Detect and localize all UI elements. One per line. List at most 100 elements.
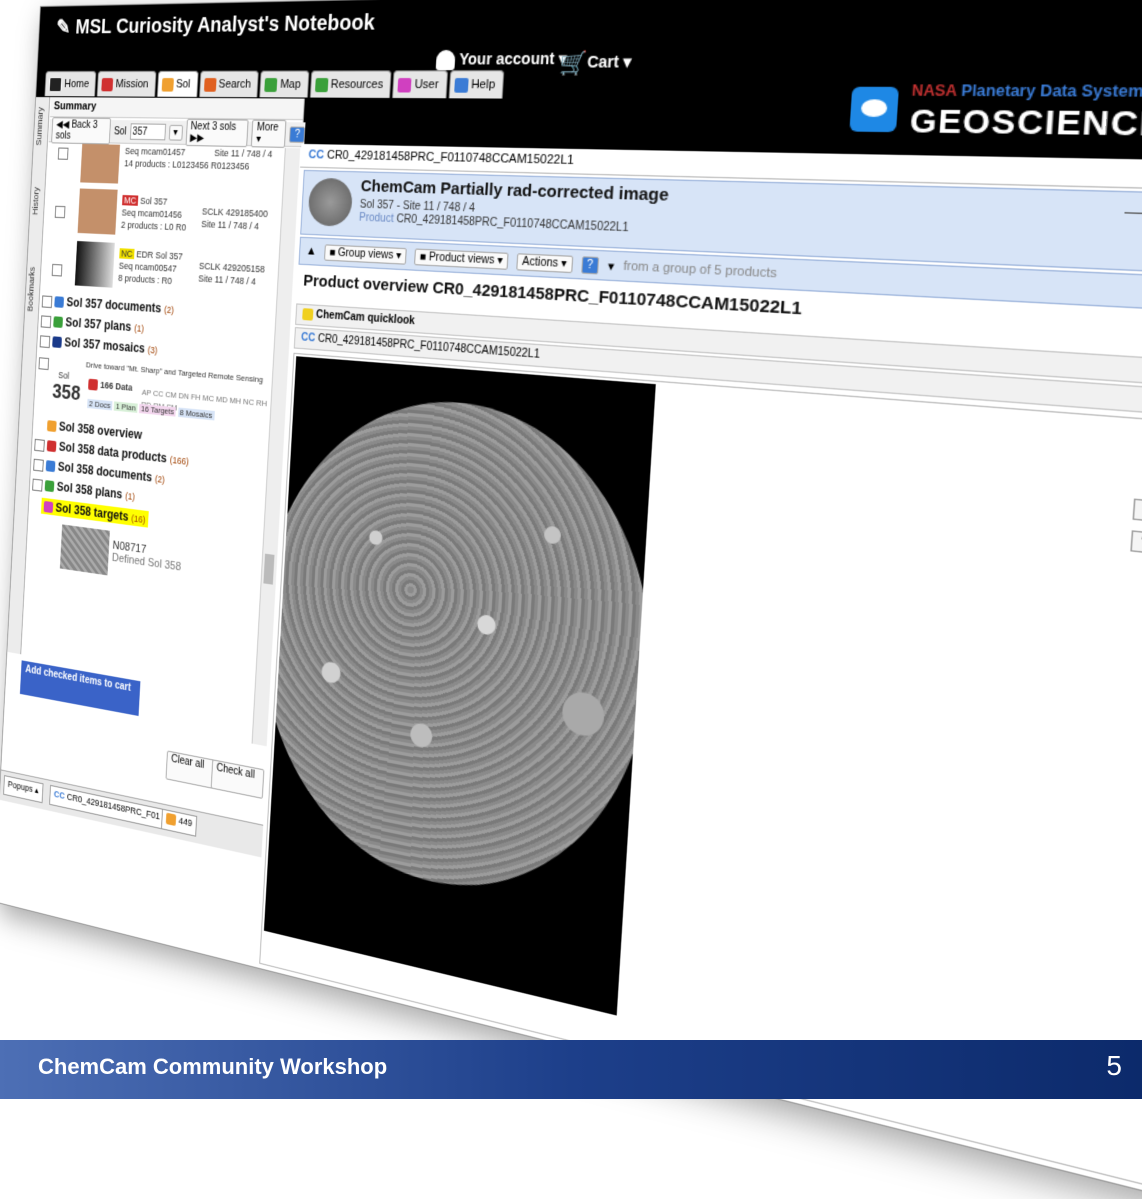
item-checkbox[interactable] (57, 147, 69, 160)
tree-node-sol358-overview[interactable]: Sol 358 overview (46, 418, 142, 442)
group-note: from a group of 5 products (622, 259, 778, 282)
sol-input[interactable] (129, 123, 166, 141)
plans-icon (44, 480, 55, 493)
chemcam-icon: CC (300, 331, 316, 345)
help-button[interactable]: ? (580, 255, 600, 274)
tab-search[interactable]: Search (198, 70, 260, 98)
cart-icon: 🛒 (558, 51, 588, 77)
popups-menu[interactable]: Popups ▴ (3, 775, 44, 804)
tab-mission[interactable]: Mission (97, 70, 157, 97)
rmi-image-frame[interactable] (263, 356, 656, 1016)
main-tabs: Home Mission Sol Search Map Resources Us… (44, 70, 505, 100)
data-products-icon (46, 440, 57, 453)
mosaics-chip[interactable]: 8 Mosaics (177, 407, 215, 421)
user-tab-icon (397, 77, 412, 92)
account-menu[interactable]: Your account ▾ (435, 49, 567, 71)
screenshot-stage: ✎ MSL Curiosity Analyst's Notebook Your a… (0, 0, 1142, 1199)
cart-menu[interactable]: 🛒Cart ▾ (558, 49, 632, 78)
sol358-number: 358 (51, 380, 82, 406)
left-pane: Summary History Bookmarks Summary ◀◀ Bac… (0, 97, 306, 968)
app-title: ✎ MSL Curiosity Analyst's Notebook (55, 10, 376, 39)
chemcam-icon: CC (308, 148, 325, 162)
sol-dropdown[interactable]: ▾ (168, 124, 183, 141)
chevron-down-icon[interactable]: ⌄ (1132, 498, 1142, 523)
targets-icon (43, 501, 54, 514)
target-thumbnail[interactable] (59, 524, 110, 576)
more-chevron-icon[interactable]: ▾ (607, 258, 614, 273)
footer-title: ChemCam Community Workshop (38, 1054, 388, 1079)
item-checkbox[interactable] (51, 263, 63, 277)
chevron-up-icon[interactable]: ⌃ (1130, 530, 1142, 555)
home-icon (48, 76, 63, 92)
brand-logo: NASA Planetary Data System GEOSCIENCES (848, 77, 1142, 159)
tab-help[interactable]: Help (448, 70, 505, 99)
product-thumbnail (307, 177, 354, 227)
docs-chip[interactable]: 2 Docs (87, 398, 113, 411)
mosaics-icon (52, 336, 63, 349)
group-views-button[interactable]: ■ Group views ▾ (323, 243, 407, 265)
app-window: ✎ MSL Curiosity Analyst's Notebook Your a… (0, 0, 1142, 1199)
list-item: MC Sol 357 Seq mcam01456 2 products : L0… (120, 195, 187, 233)
tree-node-sol357-plans[interactable]: Sol 357 plans (1) (40, 313, 145, 335)
vtab-history[interactable]: History (31, 187, 44, 215)
targets-chip[interactable]: 16 Targets (139, 403, 177, 417)
tab-home[interactable]: Home (44, 70, 97, 97)
tree-node-sol357-mosaics[interactable]: Sol 357 mosaics (3) (39, 333, 158, 356)
list-item-meta: SCLK 429185400 Site 11 / 748 / 4 (200, 206, 269, 232)
list-item: NC EDR Sol 357 Seq ncam00547 8 products … (117, 248, 184, 287)
item-checkbox[interactable] (54, 205, 66, 219)
documents-icon (54, 296, 65, 309)
tree-node-sol357-documents[interactable]: Sol 357 documents (2) (41, 293, 175, 316)
help-icon (453, 77, 469, 93)
mastcam-thumbnail[interactable] (80, 143, 121, 184)
overview-icon (46, 420, 57, 433)
sol358-sol-word: Sol (58, 369, 70, 381)
mastcam-thumbnail[interactable] (77, 188, 118, 235)
sol-icon (165, 812, 177, 827)
tab-user[interactable]: User (392, 70, 448, 99)
plans-icon (53, 316, 64, 329)
item-site: Site 11 / 748 / 4 (214, 147, 273, 160)
chemcam-icon: CC (53, 788, 66, 801)
check-all-button[interactable]: Check all (210, 759, 265, 799)
help-button[interactable]: ? (289, 125, 306, 143)
sol-navigation: ◀◀ Back 3 sols Sol ▾ Next 3 sols ▶▶ More… (48, 117, 306, 148)
quicklook-icon (302, 308, 314, 321)
map-icon (264, 77, 278, 92)
nc-badge: NC (119, 248, 135, 260)
actions-button[interactable]: Actions ▾ (516, 252, 573, 273)
slide-footer: ChemCam Community Workshop 5 (0, 1040, 1142, 1099)
popup-tab-449[interactable]: 449 (160, 808, 198, 837)
back-3-sols-button[interactable]: ◀◀ Back 3 sols (51, 117, 112, 145)
navcam-thumbnail[interactable] (74, 241, 115, 288)
tab-sol[interactable]: Sol (156, 70, 199, 97)
more-button[interactable]: More ▾ (251, 119, 287, 148)
tab-resources[interactable]: Resources (309, 70, 392, 98)
user-icon (435, 50, 456, 71)
slide-number: 5 (1106, 1050, 1122, 1081)
pencil-icon: ✎ (55, 16, 71, 39)
sol-tree: Seq mcam01457 14 products : L0123456 R01… (21, 143, 285, 722)
data-icon (88, 378, 99, 391)
tab-map[interactable]: Map (259, 70, 310, 98)
plan-chip[interactable]: 1 Plan (113, 401, 138, 413)
vtab-bookmarks[interactable]: Bookmarks (26, 267, 40, 313)
sol358-data-badge[interactable]: 166 Data (88, 378, 133, 394)
brand-pds: NASA Planetary Data System (911, 81, 1142, 101)
minimize-icon[interactable]: — (1124, 200, 1142, 222)
sol-label: Sol (113, 125, 127, 138)
sol-icon (161, 77, 174, 92)
documents-icon (45, 460, 56, 473)
mission-icon (101, 77, 114, 91)
rmi-image (263, 386, 656, 926)
up-arrow-icon[interactable]: ▲ (306, 245, 317, 258)
vtab-summary[interactable]: Summary (34, 107, 48, 146)
sol358-checkbox[interactable] (38, 357, 50, 371)
left-scroll-thumb[interactable] (263, 553, 275, 585)
next-3-sols-button[interactable]: Next 3 sols ▶▶ (185, 118, 249, 148)
search-icon (203, 77, 217, 92)
product-views-button[interactable]: ■ Product views ▾ (414, 247, 509, 270)
brand-geosciences: GEOSCIENCES (908, 102, 1142, 145)
target-info: N08717 Defined Sol 358 (111, 539, 182, 574)
popup-tab-product[interactable]: CC CR0_429181458PRC_F01 (49, 784, 165, 830)
